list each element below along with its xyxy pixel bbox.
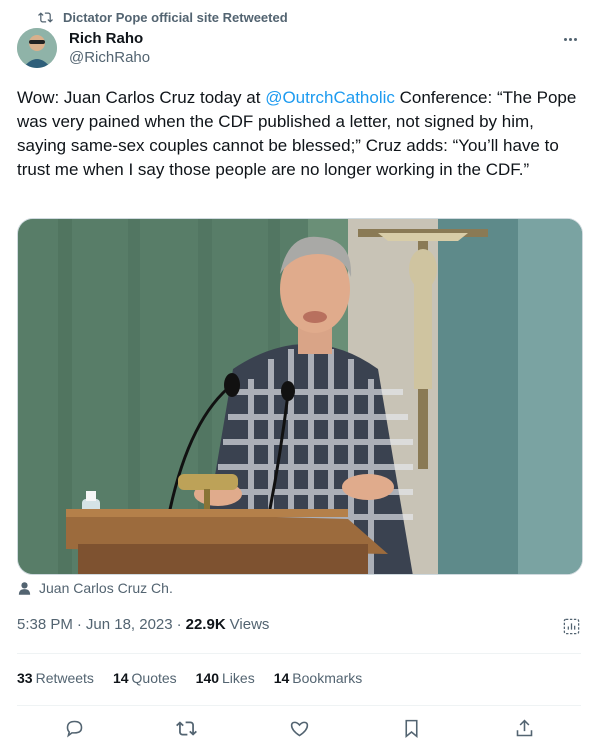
tweet-date[interactable]: Jun 18, 2023 [86,616,173,633]
more-dot-icon [573,37,577,41]
share-icon [516,719,532,736]
tweet-time[interactable]: 5:38 PM [17,616,73,633]
more-dot-icon [563,37,567,41]
views-count: 22.9K [185,616,226,633]
author-handle[interactable]: @RichRaho [69,48,150,68]
tagged-user-name: Juan Carlos Cruz Ch. [39,580,173,596]
mention-link[interactable]: @OutrchCatholic [265,88,395,107]
stat-count: 33 [17,670,33,686]
like-button[interactable] [287,716,311,740]
retweet-context[interactable]: Dictator Pope official site Retweeted [38,8,288,26]
meta-separator: · [76,616,82,633]
stat-count: 140 [195,670,220,686]
bookmark-button[interactable] [400,716,424,740]
tweet-text: Wow: Juan Carlos Cruz today at @OutrchCa… [17,86,582,182]
reply-button[interactable] [62,716,86,740]
retweet-label: Dictator Pope official site Retweeted [63,9,288,25]
more-dot-icon [568,37,572,41]
tweet-photo[interactable] [17,218,583,575]
stat-count: 14 [273,670,290,686]
bookmark-icon [405,719,418,738]
retweet-icon [176,720,197,736]
bookmarks-stat[interactable]: 14 Bookmarks [274,670,363,686]
avatar[interactable] [17,28,57,68]
tweet-text-start: Wow: Juan Carlos Cruz today at [17,88,266,107]
retweet-icon [38,11,53,23]
person-icon [18,581,31,595]
author-name[interactable]: Rich Raho [69,29,150,48]
stat-label: Retweets [35,670,94,686]
divider [17,653,581,654]
divider [17,705,581,706]
tagged-user[interactable]: Juan Carlos Cruz Ch. [17,580,173,596]
retweets-stat[interactable]: 33 Retweets [17,670,94,686]
stat-label: Quotes [131,670,177,686]
likes-stat[interactable]: 140 Likes [196,670,255,686]
stat-count: 14 [112,670,129,686]
retweet-button[interactable] [175,716,199,740]
meta-separator: · [176,616,182,633]
action-bar [17,716,581,742]
reply-icon [66,720,82,737]
analytics-icon[interactable] [562,617,581,636]
views-label: Views [229,616,270,633]
stat-label: Likes [222,670,255,686]
stat-label: Bookmarks [292,670,363,686]
more-options-button[interactable] [560,32,580,46]
share-button[interactable] [512,716,536,740]
engagement-stats: 33 Retweets 14 Quotes 140 Likes 14 Bookmarks [17,670,362,686]
quotes-stat[interactable]: 14 Quotes [113,670,177,686]
heart-icon [290,721,308,736]
tweet-meta: 5:38 PM · Jun 18, 2023 · 22.9K Views [17,616,269,633]
author-block[interactable]: Rich Raho @RichRaho [69,29,150,68]
